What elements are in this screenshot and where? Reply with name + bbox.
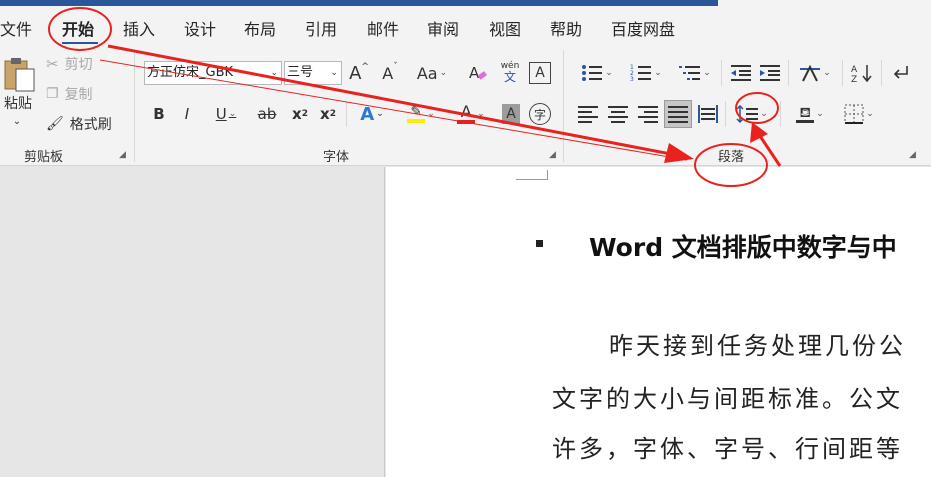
- subscript-button[interactable]: x2: [290, 103, 310, 125]
- increase-indent-icon[interactable]: [758, 62, 782, 84]
- chevron-down-icon: ⌄: [270, 68, 278, 78]
- enclose-characters-button[interactable]: 字: [529, 103, 551, 125]
- tab-insert[interactable]: 插入: [123, 16, 155, 40]
- font-launcher-icon[interactable]: ◢: [549, 150, 556, 160]
- superscript-button[interactable]: x2: [318, 103, 338, 125]
- font-group-label: 字体: [323, 150, 350, 165]
- tab-home[interactable]: 开始: [62, 16, 94, 40]
- heading-bullet: [536, 240, 543, 247]
- character-shading-button[interactable]: A: [502, 104, 520, 124]
- tab-file[interactable]: 文件: [0, 16, 32, 40]
- paragraph-group-label: 段落: [718, 150, 745, 165]
- numbering-button[interactable]: 123 ⌄: [625, 62, 667, 84]
- group-separator: [134, 50, 135, 162]
- line-spacing-button[interactable]: ⌄: [731, 103, 773, 125]
- svg-text:A: A: [469, 64, 480, 82]
- separator: [788, 60, 789, 86]
- chevron-down-icon: ⌄: [330, 68, 338, 78]
- shrink-font-button[interactable]: Aˇ: [377, 62, 403, 84]
- justify-icon[interactable]: [664, 100, 692, 128]
- ribbon-tabs: 文件 开始 插入 设计 布局 引用 邮件 审阅 视图 帮助 百度网盘: [0, 6, 931, 45]
- separator: [780, 101, 781, 127]
- svg-text:3: 3: [630, 76, 634, 82]
- align-left-icon[interactable]: [576, 103, 600, 125]
- shading-button[interactable]: ⛾ ⌄: [788, 101, 832, 127]
- separator: [346, 101, 347, 127]
- tab-baidu-netdisk[interactable]: 百度网盘: [611, 16, 675, 40]
- font-color-button[interactable]: A ⌄: [450, 101, 492, 127]
- clear-formatting-icon[interactable]: A: [467, 62, 489, 84]
- bullets-button[interactable]: ⌄: [576, 62, 618, 84]
- paint-bucket-icon: ⛾: [796, 106, 815, 123]
- font-size-combo[interactable]: 三号 ⌄: [284, 61, 342, 85]
- format-painter-button[interactable]: 🖌 格式刷: [46, 114, 112, 134]
- document-margin-area: [0, 167, 385, 477]
- highlighter-icon: ✎: [407, 105, 426, 123]
- tab-view[interactable]: 视图: [489, 16, 521, 40]
- phonetic-guide-button[interactable]: wén 文: [498, 58, 522, 86]
- clipboard-icon[interactable]: [0, 54, 40, 94]
- multilevel-list-button[interactable]: ⌄: [674, 62, 716, 84]
- tab-references[interactable]: 引用: [305, 16, 337, 40]
- cut-button[interactable]: ✂ 剪切: [46, 54, 93, 74]
- separator: [881, 60, 882, 86]
- clipboard-group-label: 剪贴板: [24, 150, 64, 165]
- tab-mailings[interactable]: 邮件: [367, 16, 399, 40]
- chinese-layout-button[interactable]: ⌄: [794, 62, 836, 84]
- separator: [725, 101, 726, 127]
- align-center-icon[interactable]: [606, 103, 630, 125]
- separator: [842, 60, 843, 86]
- borders-icon: [844, 104, 864, 124]
- tab-design[interactable]: 设计: [184, 16, 216, 40]
- tab-review[interactable]: 审阅: [427, 16, 459, 40]
- numbered-list-icon: 123: [630, 64, 652, 82]
- sort-icon[interactable]: AZ: [849, 62, 875, 84]
- paste-dropdown-icon[interactable]: ⌄: [10, 114, 24, 128]
- change-case-button[interactable]: Aa ⌄: [412, 62, 452, 84]
- margin-crop-mark: [516, 170, 548, 180]
- tab-layout[interactable]: 布局: [244, 16, 276, 40]
- paintbrush-icon: 🖌: [46, 116, 64, 132]
- distributed-align-icon[interactable]: [696, 103, 720, 125]
- svg-text:Z: Z: [851, 75, 857, 83]
- multilevel-list-icon: [679, 66, 701, 80]
- document-line[interactable]: 许多，字体、字号、行间距等: [552, 429, 903, 464]
- bullet-list-icon: [582, 65, 603, 81]
- scissors-icon: ✂: [46, 55, 59, 73]
- tab-help[interactable]: 帮助: [550, 16, 582, 40]
- paste-button[interactable]: 粘贴: [0, 94, 36, 112]
- separator: [721, 60, 722, 86]
- copy-button[interactable]: ❐ 复制: [46, 84, 93, 104]
- underline-button[interactable]: U ⌄: [206, 103, 246, 125]
- asian-layout-icon: [800, 64, 821, 82]
- group-separator: [563, 50, 564, 162]
- character-border-button[interactable]: A: [529, 62, 551, 84]
- font-name-combo[interactable]: 方正仿宋_GBK ⌄: [144, 61, 282, 85]
- document-line[interactable]: 昨天接到任务处理几份公: [609, 326, 906, 361]
- clipboard-launcher-icon[interactable]: ◢: [119, 150, 126, 160]
- decrease-indent-icon[interactable]: [729, 62, 753, 84]
- svg-text:A: A: [851, 65, 858, 75]
- bold-button[interactable]: B: [150, 103, 168, 125]
- grow-font-button[interactable]: A ^: [346, 62, 372, 84]
- paragraph-mark-icon[interactable]: [889, 62, 913, 84]
- document-line[interactable]: 文字的大小与间距标准。公文: [552, 379, 903, 414]
- strikethrough-button[interactable]: ab: [256, 103, 278, 125]
- document-heading[interactable]: Word 文档排版中数字与中: [589, 228, 897, 264]
- borders-button[interactable]: ⌄: [838, 101, 880, 127]
- paragraph-launcher-icon[interactable]: ◢: [909, 150, 916, 160]
- text-effects-button[interactable]: A ⌄: [352, 103, 392, 125]
- highlight-button[interactable]: ✎ ⌄: [400, 101, 442, 127]
- line-spacing-icon: [736, 105, 759, 123]
- italic-button[interactable]: I: [178, 103, 196, 125]
- copy-icon: ❐: [46, 86, 59, 102]
- align-right-icon[interactable]: [636, 103, 660, 125]
